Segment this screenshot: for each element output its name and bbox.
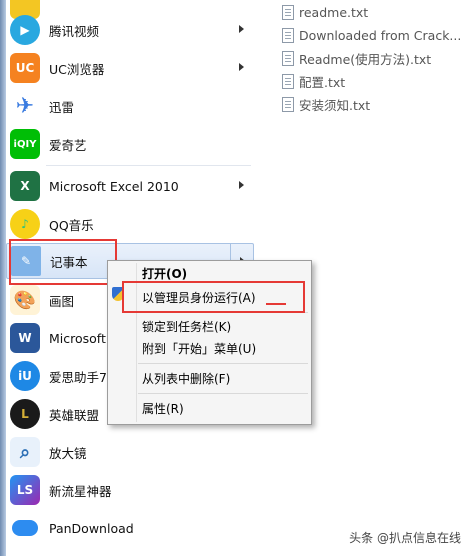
start-item-label: 爱奇艺	[49, 137, 87, 153]
file-item[interactable]: readme.txt	[282, 2, 368, 22]
menu-item-pin-start[interactable]: 附到「开始」菜单(U)	[142, 338, 256, 358]
text-file-icon	[282, 96, 294, 112]
menu-item-pin-taskbar[interactable]: 锁定到任务栏(K)	[142, 316, 231, 336]
text-file-icon	[282, 50, 294, 66]
file-item[interactable]: 配置.txt	[282, 71, 345, 91]
start-item-magnifier[interactable]: ⌕ 放大镜	[6, 434, 254, 470]
qq-music-icon: ♪	[10, 209, 40, 239]
start-item-label: PanDownload	[49, 520, 134, 536]
meteor-icon: LS	[10, 475, 40, 505]
menu-separator	[138, 363, 308, 364]
file-name: 配置.txt	[299, 74, 346, 90]
run-as-admin-highlight-box	[122, 281, 305, 313]
start-item-label: Microsoft	[49, 330, 106, 346]
submenu-arrow-icon	[239, 181, 244, 189]
start-item-meteor[interactable]: LS 新流星神器	[6, 472, 254, 508]
file-name: Readme(使用方法).txt	[299, 51, 432, 67]
xunlei-icon: ✈	[10, 91, 40, 121]
start-item-label: 爱思助手7.	[49, 369, 111, 385]
text-file-icon	[282, 4, 294, 20]
word-icon: W	[10, 323, 40, 353]
start-item-label: 画图	[49, 293, 75, 309]
file-item[interactable]: Downloaded from Crack...	[282, 25, 461, 45]
start-item-label: 腾讯视频	[49, 23, 100, 39]
notepad-highlight-box	[9, 239, 117, 285]
file-item[interactable]: 安装须知.txt	[282, 94, 370, 114]
start-item-label: 英雄联盟	[49, 407, 100, 423]
file-item[interactable]: Readme(使用方法).txt	[282, 48, 431, 68]
i4-icon: iU	[10, 361, 40, 391]
submenu-arrow-icon	[239, 63, 244, 71]
magnifier-icon: ⌕	[10, 437, 40, 467]
highlight-underline-mark	[266, 303, 286, 305]
pandownload-icon	[10, 513, 40, 543]
start-item-pandownload[interactable]: PanDownload	[6, 510, 254, 546]
start-item-tencent-video[interactable]: ▶ 腾讯视频	[6, 12, 254, 48]
paint-icon: 🎨	[10, 285, 40, 315]
start-menu-divider	[46, 165, 251, 166]
menu-item-open[interactable]: 打开(O)	[142, 263, 187, 283]
text-file-icon	[282, 27, 294, 43]
start-item-xunlei[interactable]: ✈ 迅雷	[6, 88, 254, 124]
start-item-label: 迅雷	[49, 99, 75, 115]
excel-icon: X	[10, 171, 40, 201]
start-item-uc-browser[interactable]: UC UC浏览器	[6, 50, 254, 86]
start-item-qq-music[interactable]: ♪ QQ音乐	[6, 206, 254, 242]
start-item-label: UC浏览器	[49, 61, 105, 77]
watermark: 头条 @扒点信息在线	[349, 529, 461, 546]
start-item-label: Microsoft Excel 2010	[49, 178, 179, 194]
start-item-excel[interactable]: X Microsoft Excel 2010	[6, 168, 254, 204]
menu-item-properties[interactable]: 属性(R)	[142, 398, 184, 418]
start-item-label: 放大镜	[49, 445, 87, 461]
start-item-label: QQ音乐	[49, 217, 94, 233]
menu-item-remove-from-list[interactable]: 从列表中删除(F)	[142, 368, 230, 388]
start-item-iqiyi[interactable]: iQIY 爱奇艺	[6, 126, 254, 162]
submenu-arrow-icon	[239, 25, 244, 33]
file-name: Downloaded from Crack...	[299, 27, 462, 43]
tencent-video-icon: ▶	[10, 15, 40, 45]
file-name: readme.txt	[299, 4, 369, 20]
iqiyi-icon: iQIY	[10, 129, 40, 159]
file-name: 安装须知.txt	[299, 97, 371, 113]
start-item-label: 新流星神器	[49, 483, 112, 499]
menu-separator	[138, 393, 308, 394]
uc-browser-icon: UC	[10, 53, 40, 83]
lol-icon: L	[10, 399, 40, 429]
text-file-icon	[282, 73, 294, 89]
